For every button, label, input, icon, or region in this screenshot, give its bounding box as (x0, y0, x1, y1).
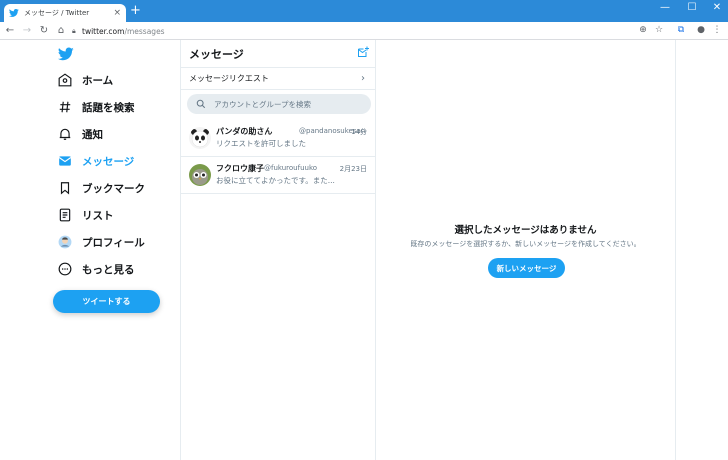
sidebar-item-messages[interactable]: メッセージ (56, 150, 134, 172)
avatar (189, 164, 211, 186)
home-icon (56, 71, 74, 89)
close-window-button[interactable]: ✕ (708, 2, 726, 13)
sidebar-item-label: メッセージ (82, 155, 135, 168)
sidebar-item-more[interactable]: もっと見る (56, 258, 135, 280)
minimize-button[interactable]: — (656, 2, 674, 13)
lock-icon: 🔒︎ (72, 26, 76, 35)
site-settings-icon[interactable]: ⊕ (636, 25, 650, 35)
column-divider (675, 40, 676, 460)
conversation-item[interactable]: フクロウ康子 @fukuroufuuko 2月23日 お役に立ててよかったです。… (181, 157, 375, 194)
bookmark-icon (56, 179, 74, 197)
tab-close-icon[interactable]: × (113, 8, 121, 18)
twitter-app: ホーム 話題を検索 通知 メッセージ ブックマーク リスト プロフィール もっと… (0, 40, 728, 460)
messages-column: メッセージ メッセージリクエスト › アカウントとグループを検索 パンダの助さん (181, 40, 375, 460)
chevron-right-icon: › (361, 73, 365, 84)
hashtag-icon (56, 98, 74, 116)
twitter-logo-icon[interactable] (56, 46, 76, 62)
message-requests-row[interactable]: メッセージリクエスト › (181, 67, 375, 90)
sidebar-item-lists[interactable]: リスト (56, 204, 114, 226)
avatar (189, 127, 211, 149)
sidebar-item-label: もっと見る (82, 263, 135, 276)
search-placeholder: アカウントとグループを検索 (214, 99, 312, 109)
sidebar-item-bookmarks[interactable]: ブックマーク (56, 177, 145, 199)
back-icon[interactable]: ← (3, 25, 17, 36)
message-detail-panel: 選択したメッセージはありません 既存のメッセージを選択するか、新しいメッセージを… (376, 40, 675, 460)
compose-message-icon[interactable] (357, 46, 369, 58)
home-browser-icon[interactable]: ⌂ (54, 25, 68, 36)
conversation-time: 14分 (351, 128, 367, 136)
browser-toolbar: ← → ↻ ⌂ 🔒︎ twitter.com/messages ⊕ ☆ ⧉ ● … (0, 22, 728, 40)
reload-icon[interactable]: ↻ (37, 25, 51, 36)
tab-title: メッセージ / Twitter (24, 9, 90, 17)
empty-state-title: 選択したメッセージはありません (454, 225, 597, 236)
maximize-button[interactable]: ☐ (683, 2, 701, 13)
url-host: twitter.com (82, 26, 125, 36)
panda-avatar-icon (189, 127, 211, 149)
bell-icon (56, 125, 74, 143)
search-input[interactable]: アカウントとグループを検索 (187, 94, 371, 114)
extension-icon[interactable]: ⧉ (674, 25, 688, 35)
conversation-name: フクロウ康子 (216, 164, 264, 173)
sidebar-item-label: 通知 (82, 128, 103, 141)
page-title: メッセージ (189, 48, 244, 61)
conversation-item[interactable]: パンダの助さん @pandanosukesan 14分 リクエストを許可しました (181, 120, 375, 157)
sidebar-item-label: ホーム (82, 74, 114, 87)
tweet-button[interactable]: ツイートする (53, 290, 160, 313)
sidebar-item-label: ブックマーク (82, 182, 145, 195)
empty-state-subtitle: 既存のメッセージを選択するか、新しいメッセージを作成してください。 (410, 240, 641, 248)
bookmark-star-icon[interactable]: ☆ (652, 25, 666, 35)
url-path: /messages (124, 26, 165, 36)
mail-icon (56, 152, 74, 170)
browser-titlebar: メッセージ / Twitter × + — ☐ ✕ (0, 0, 728, 22)
twitter-favicon-icon (9, 8, 19, 17)
sidebar-item-label: 話題を検索 (82, 101, 135, 114)
new-message-button[interactable]: 新しいメッセージ (488, 258, 565, 278)
profile-icon[interactable]: ● (694, 25, 708, 35)
sidebar-item-label: リスト (82, 209, 114, 222)
sidebar-item-notifications[interactable]: 通知 (56, 123, 103, 145)
owl-avatar-icon (189, 164, 211, 186)
browser-tab[interactable]: メッセージ / Twitter × (4, 4, 126, 22)
conversation-handle: @fukuroufuuko (264, 164, 318, 172)
list-icon (56, 206, 74, 224)
menu-kebab-icon[interactable]: ⋮ (710, 25, 724, 35)
sidebar-item-profile[interactable]: プロフィール (56, 231, 145, 253)
conversation-preview: お役に立ててよかったです。また... (216, 176, 335, 185)
search-icon (196, 99, 206, 109)
conversation-preview: リクエストを許可しました (216, 139, 306, 148)
new-tab-button[interactable]: + (130, 4, 141, 17)
sidebar-item-explore[interactable]: 話題を検索 (56, 96, 135, 118)
forward-icon[interactable]: → (20, 25, 34, 36)
conversation-name: パンダの助さん (216, 127, 273, 136)
sidebar-item-label: プロフィール (82, 236, 145, 249)
avatar-icon (56, 233, 74, 251)
conversation-time: 2月23日 (339, 165, 367, 173)
message-requests-label: メッセージリクエスト (189, 74, 269, 83)
sidebar-item-home[interactable]: ホーム (56, 69, 113, 91)
more-icon (56, 260, 74, 278)
address-bar[interactable]: 🔒︎ twitter.com/messages (72, 24, 672, 38)
